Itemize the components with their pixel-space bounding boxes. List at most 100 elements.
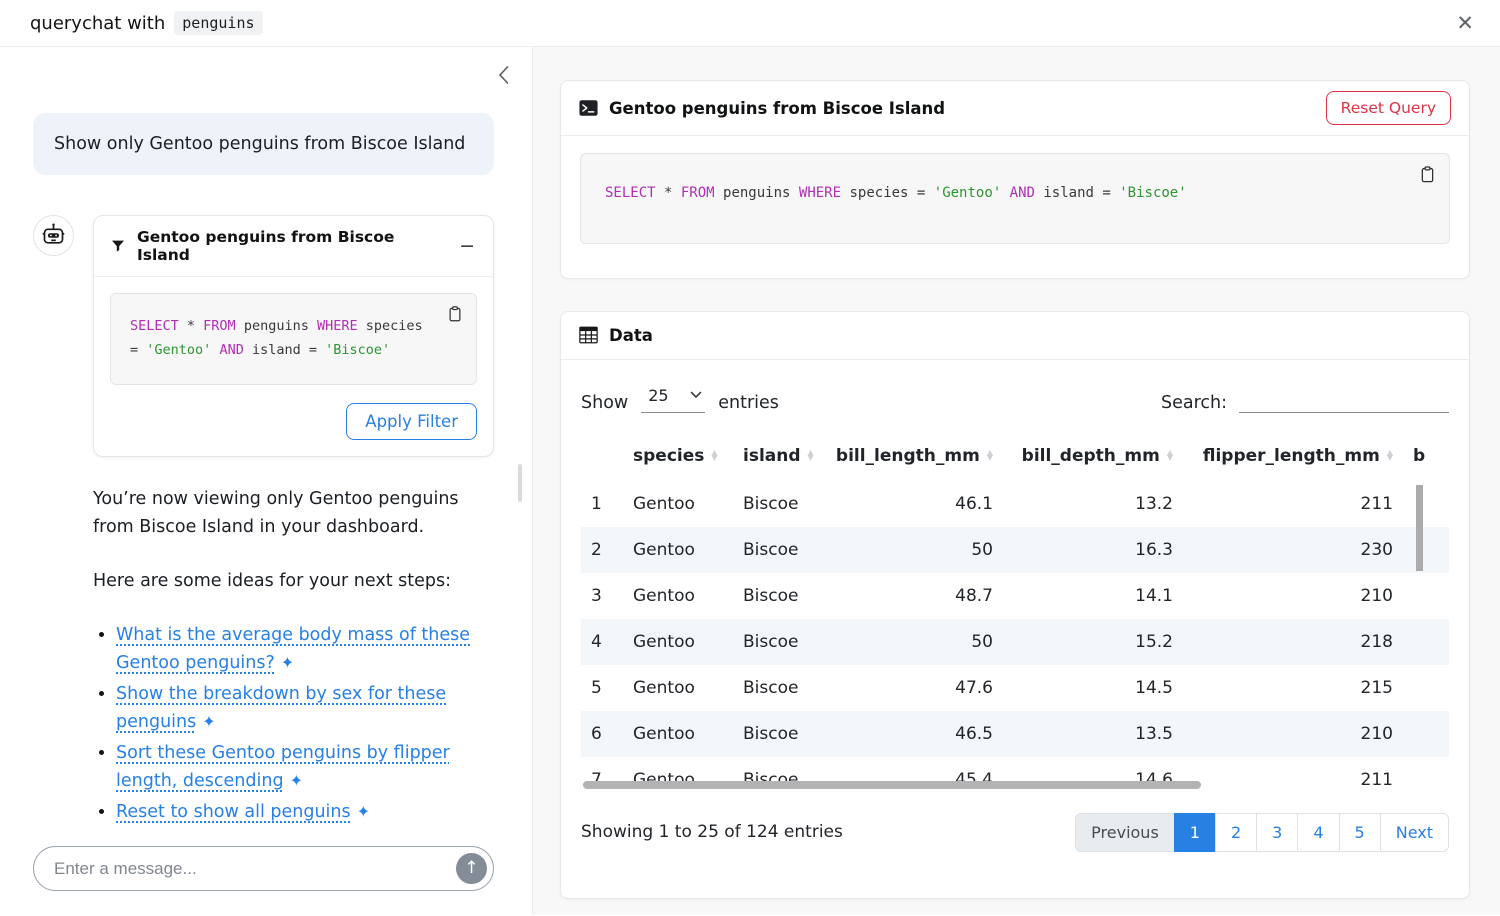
- table-cell: 210: [1183, 711, 1403, 757]
- suggestion-item: Reset to show all penguins✦: [116, 798, 494, 826]
- column-header[interactable]: bill_length_mm▲▼: [833, 437, 1003, 481]
- column-header[interactable]: island ▲▼: [733, 437, 833, 481]
- page-button-1[interactable]: 1: [1174, 813, 1216, 852]
- filter-card-title: Gentoo penguins from Biscoe Island: [137, 228, 446, 264]
- app-header: querychat with penguins ✕: [0, 0, 1500, 47]
- table-cell: Gentoo: [623, 757, 733, 795]
- column-header-label: island: [743, 446, 801, 466]
- robot-icon: [40, 222, 67, 249]
- sidebar-resize-handle[interactable]: [518, 464, 522, 502]
- copy-icon[interactable]: [444, 303, 466, 325]
- copy-icon[interactable]: [1416, 163, 1439, 186]
- chevron-down-icon: [690, 391, 702, 399]
- filter-icon: [110, 238, 126, 254]
- table-cell: 13.5: [1003, 711, 1183, 757]
- sql-code-block: SELECT * FROM penguins WHERE species = '…: [580, 153, 1450, 244]
- suggestion-item: Show the breakdown by sex for these peng…: [116, 680, 494, 736]
- page-button-previous: Previous: [1075, 813, 1175, 852]
- data-card-title: Data: [609, 326, 1451, 345]
- user-message: Show only Gentoo penguins from Biscoe Is…: [33, 113, 494, 175]
- send-icon[interactable]: ↑: [456, 853, 487, 884]
- table-row[interactable]: 3GentooBiscoe48.714.1210: [581, 573, 1449, 619]
- bot-message-paragraph: You’re now viewing only Gentoo penguins …: [93, 485, 494, 541]
- table-cell: 50: [833, 527, 1003, 573]
- table-row[interactable]: 4GentooBiscoe5015.2218: [581, 619, 1449, 665]
- chat-history: Show only Gentoo penguins from Biscoe Is…: [0, 47, 532, 846]
- sparkle-icon: ✦: [202, 712, 215, 731]
- table-cell: Biscoe: [733, 757, 833, 795]
- column-header-label: bill_depth_mm: [1022, 446, 1160, 466]
- page-button-next[interactable]: Next: [1380, 813, 1449, 852]
- search-input[interactable]: [1239, 387, 1449, 413]
- table-cell: 4: [581, 619, 623, 665]
- page-button-4[interactable]: 4: [1297, 813, 1339, 852]
- column-header[interactable]: bill_depth_mm ▲▼: [1003, 437, 1183, 481]
- column-header[interactable]: flipper_length_mm ▲▼: [1183, 437, 1403, 481]
- table-cell: [1403, 665, 1449, 711]
- sort-icon[interactable]: ▲▼: [711, 451, 717, 461]
- column-header-label: flipper_length_mm: [1203, 446, 1380, 466]
- sort-icon[interactable]: ▲▼: [987, 451, 993, 461]
- table-cell: 7: [581, 757, 623, 795]
- sort-icon[interactable]: ▲▼: [808, 451, 814, 461]
- bot-message: You’re now viewing only Gentoo penguins …: [93, 485, 494, 826]
- sort-icon[interactable]: ▲▼: [1167, 451, 1173, 461]
- table-cell: 3: [581, 573, 623, 619]
- table-cell: 6: [581, 711, 623, 757]
- table-cell: [1403, 711, 1449, 757]
- table-cell: Biscoe: [733, 665, 833, 711]
- table-cell: 13.2: [1003, 481, 1183, 527]
- table-cell: Gentoo: [623, 711, 733, 757]
- suggestion-link[interactable]: Sort these Gentoo penguins by flipper le…: [116, 743, 450, 791]
- table-row[interactable]: 2GentooBiscoe5016.3230: [581, 527, 1449, 573]
- page-button-3[interactable]: 3: [1256, 813, 1298, 852]
- suggestion-link[interactable]: Reset to show all penguins: [116, 802, 351, 822]
- column-header-label: b: [1413, 446, 1425, 466]
- pagination: Previous12345Next: [1075, 813, 1449, 852]
- table-cell: 15.2: [1003, 619, 1183, 665]
- table-cell: 5: [581, 665, 623, 711]
- page-size-select[interactable]: 25: [641, 384, 705, 413]
- table-cell: [1403, 573, 1449, 619]
- table-cell: 218: [1183, 619, 1403, 665]
- sidebar-collapse-icon[interactable]: [493, 61, 514, 89]
- bot-avatar: [33, 215, 74, 256]
- table-cell: Gentoo: [623, 573, 733, 619]
- table-cell: 46.5: [833, 711, 1003, 757]
- reset-query-button[interactable]: Reset Query: [1326, 91, 1451, 125]
- query-card-title: Gentoo penguins from Biscoe Island: [609, 99, 1315, 118]
- table-row[interactable]: 7GentooBiscoe45.414.6211: [581, 757, 1449, 795]
- table-row[interactable]: 5GentooBiscoe47.614.5215: [581, 665, 1449, 711]
- sort-icon[interactable]: ▲▼: [1387, 451, 1393, 461]
- close-icon[interactable]: ✕: [1456, 13, 1474, 34]
- table-cell: Gentoo: [623, 481, 733, 527]
- vertical-scrollbar[interactable]: [1416, 485, 1423, 571]
- table-cell: 46.1: [833, 481, 1003, 527]
- data-card: Data Show 25 entries: [560, 311, 1470, 899]
- suggestion-item: What is the average body mass of these G…: [116, 621, 494, 677]
- query-card: Gentoo penguins from Biscoe Island Reset…: [560, 80, 1470, 279]
- collapse-card-icon[interactable]: −: [457, 237, 477, 256]
- table-cell: 48.7: [833, 573, 1003, 619]
- show-label: Show: [581, 393, 628, 413]
- page-button-2[interactable]: 2: [1215, 813, 1257, 852]
- suggestion-link[interactable]: Show the breakdown by sex for these peng…: [116, 684, 446, 732]
- sql-code: SELECT * FROM penguins WHERE species = '…: [605, 185, 1187, 201]
- table-row[interactable]: 6GentooBiscoe46.513.5210: [581, 711, 1449, 757]
- data-table: species▲▼island▲▼bill_length_mm▲▼bill_de…: [581, 437, 1449, 795]
- table-row[interactable]: 1GentooBiscoe46.113.2211: [581, 481, 1449, 527]
- table-cell: 210: [1183, 573, 1403, 619]
- chat-input[interactable]: [33, 846, 494, 891]
- horizontal-scrollbar[interactable]: [583, 781, 1201, 789]
- dashboard-main: Gentoo penguins from Biscoe Island Reset…: [533, 47, 1500, 915]
- table-cell: 14.1: [1003, 573, 1183, 619]
- table-cell: [1403, 757, 1449, 795]
- table-icon: [579, 326, 598, 344]
- chat-sidebar: Show only Gentoo penguins from Biscoe Is…: [0, 47, 533, 915]
- column-header[interactable]: species▲▼: [623, 437, 733, 481]
- apply-filter-button[interactable]: Apply Filter: [346, 403, 477, 440]
- filter-tool-card: Gentoo penguins from Biscoe Island −: [93, 215, 494, 456]
- page-button-5[interactable]: 5: [1339, 813, 1381, 852]
- table-cell: 1: [581, 481, 623, 527]
- table-cell: [1403, 619, 1449, 665]
